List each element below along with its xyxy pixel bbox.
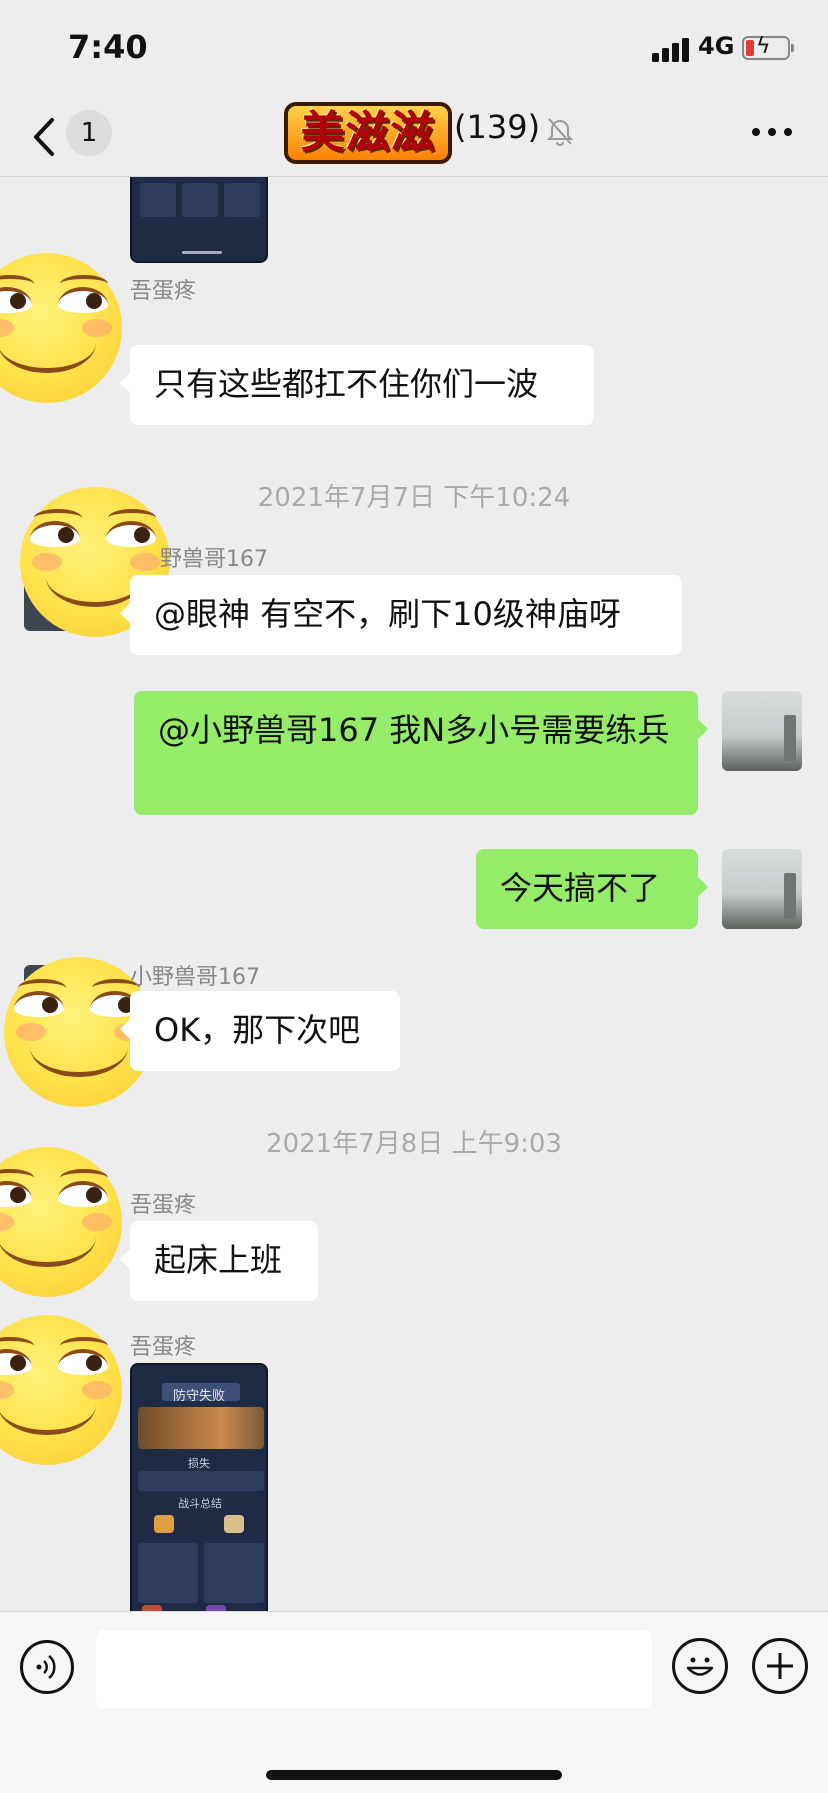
message-bubble[interactable]: 今天搞不了	[476, 849, 708, 929]
message-list[interactable]: 吾蛋疼 只有这些都扛不住你们一波 2021年7月7日 下午10:24 野兽哥16…	[0, 177, 828, 1611]
game-screenshot-image[interactable]	[130, 177, 268, 263]
back-chevron-icon[interactable]	[26, 112, 62, 162]
muted-bell-icon	[546, 118, 574, 146]
timestamp: 2021年7月8日 上午9:03	[266, 1129, 562, 1159]
message-text-input[interactable]	[96, 1630, 652, 1708]
sender-name: 野兽哥167	[160, 547, 268, 572]
more-functions-button[interactable]	[752, 1638, 808, 1694]
sender-name: 吾蛋疼	[130, 1193, 197, 1218]
unread-count-badge[interactable]: 1	[66, 110, 112, 156]
game-screenshot-image[interactable]: 防守失败 损失 战斗总结	[130, 1363, 268, 1611]
message-bubble[interactable]: OK，那下次吧	[120, 991, 400, 1071]
more-options-icon[interactable]	[752, 128, 792, 140]
chat-header: 1 美滋滋 (139)	[0, 100, 828, 177]
group-member-count: (139)	[454, 108, 541, 146]
sender-name: 吾蛋疼	[130, 279, 197, 304]
my-avatar[interactable]	[722, 849, 802, 929]
network-type: 4G	[698, 32, 735, 60]
voice-wave-icon	[36, 1655, 56, 1679]
emoji-button[interactable]	[672, 1638, 728, 1694]
my-avatar[interactable]	[722, 691, 802, 771]
smiley-icon	[686, 1657, 714, 1676]
home-indicator	[266, 1770, 562, 1780]
image-title: 防守失败	[172, 1389, 225, 1404]
image-subtitle: 战斗总结	[178, 1497, 222, 1510]
plus-icon	[767, 1653, 793, 1679]
sender-name: 小野兽哥167	[130, 965, 260, 990]
group-name-logo: 美滋滋	[284, 102, 452, 164]
message-bubble[interactable]: 起床上班	[120, 1221, 318, 1301]
status-bar: 7:40 4G ϟ	[0, 0, 828, 100]
input-toolbar	[0, 1611, 828, 1793]
image-loss-label: 损失	[188, 1457, 210, 1470]
sender-name: 吾蛋疼	[130, 1335, 197, 1360]
message-bubble[interactable]: @眼神 有空不，刷下10级神庙呀	[120, 575, 682, 655]
message-bubble[interactable]: 只有这些都扛不住你们一波	[120, 345, 594, 425]
sender-avatar[interactable]	[0, 1315, 122, 1465]
sender-avatar[interactable]	[0, 253, 122, 403]
battery-icon: ϟ	[742, 34, 794, 60]
clock: 7:40	[68, 28, 148, 66]
voice-input-button[interactable]	[20, 1640, 74, 1694]
sender-avatar[interactable]	[0, 1147, 122, 1297]
message-bubble[interactable]: @小野兽哥167 我N多小号需要练兵	[134, 691, 708, 815]
cellular-signal-icon	[652, 36, 692, 62]
